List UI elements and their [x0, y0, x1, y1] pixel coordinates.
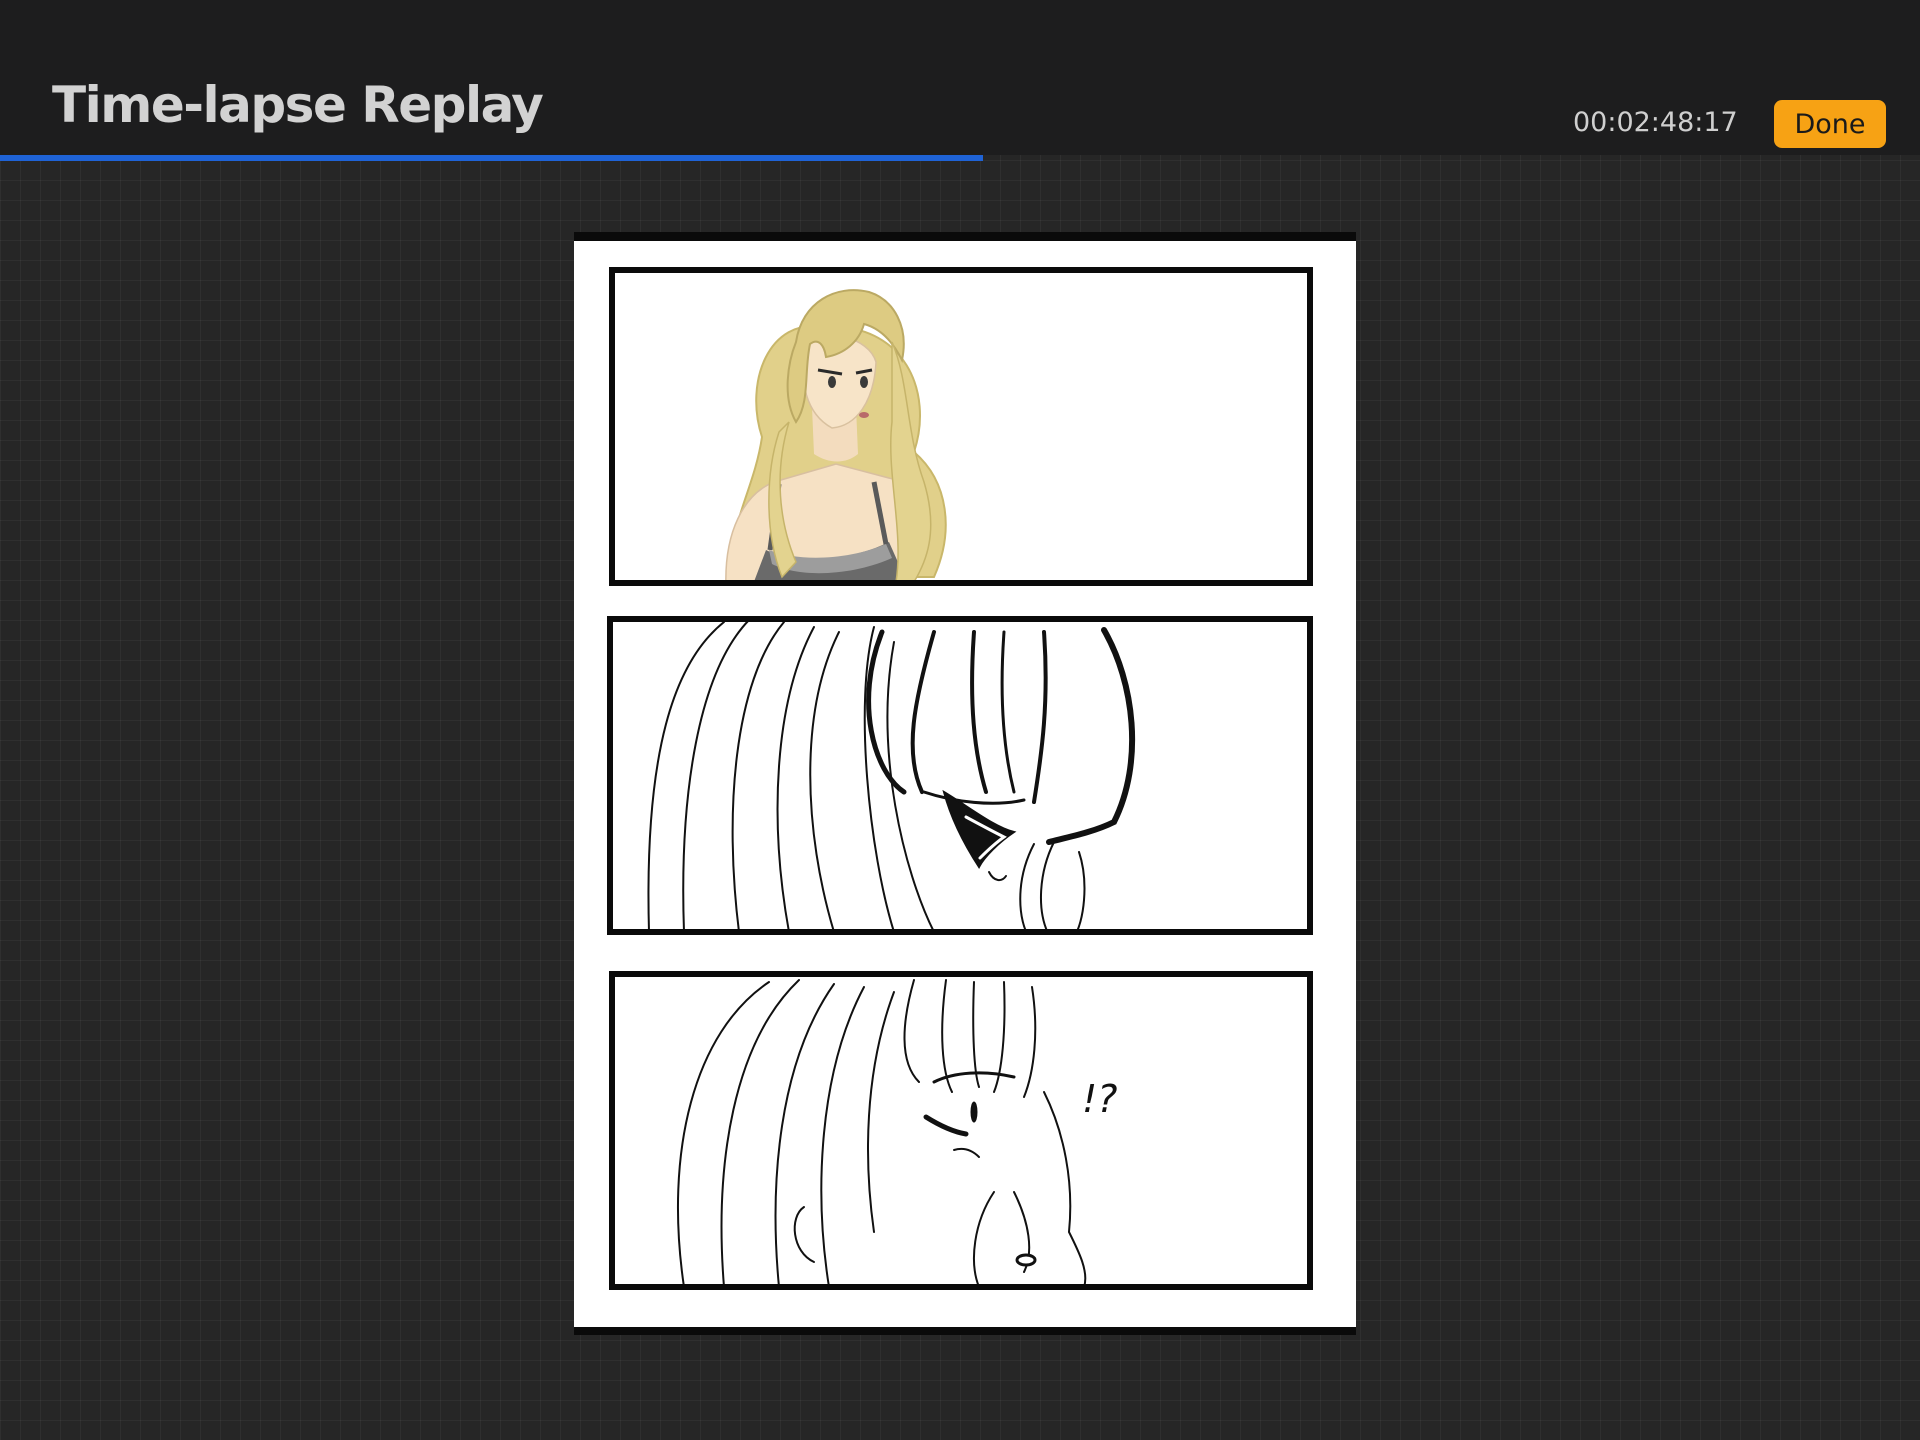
sfx-exclamation-text: !?	[1082, 1077, 1117, 1121]
page-title: Time-lapse Replay	[52, 76, 544, 134]
paper-bottom-edge	[574, 1327, 1356, 1335]
top-bar: Time-lapse Replay 00:02:48:17 Done	[0, 0, 1920, 155]
canvas-area[interactable]: !?	[574, 232, 1356, 1335]
paper-top-edge	[574, 232, 1356, 241]
playback-progress-bar[interactable]	[0, 155, 1920, 161]
done-button[interactable]: Done	[1774, 100, 1886, 148]
playback-progress-fill	[0, 155, 984, 161]
comic-page: !?	[574, 232, 1356, 1335]
paper-background	[574, 232, 1356, 1335]
timecode-readout: 00:02:48:17	[1573, 107, 1738, 138]
